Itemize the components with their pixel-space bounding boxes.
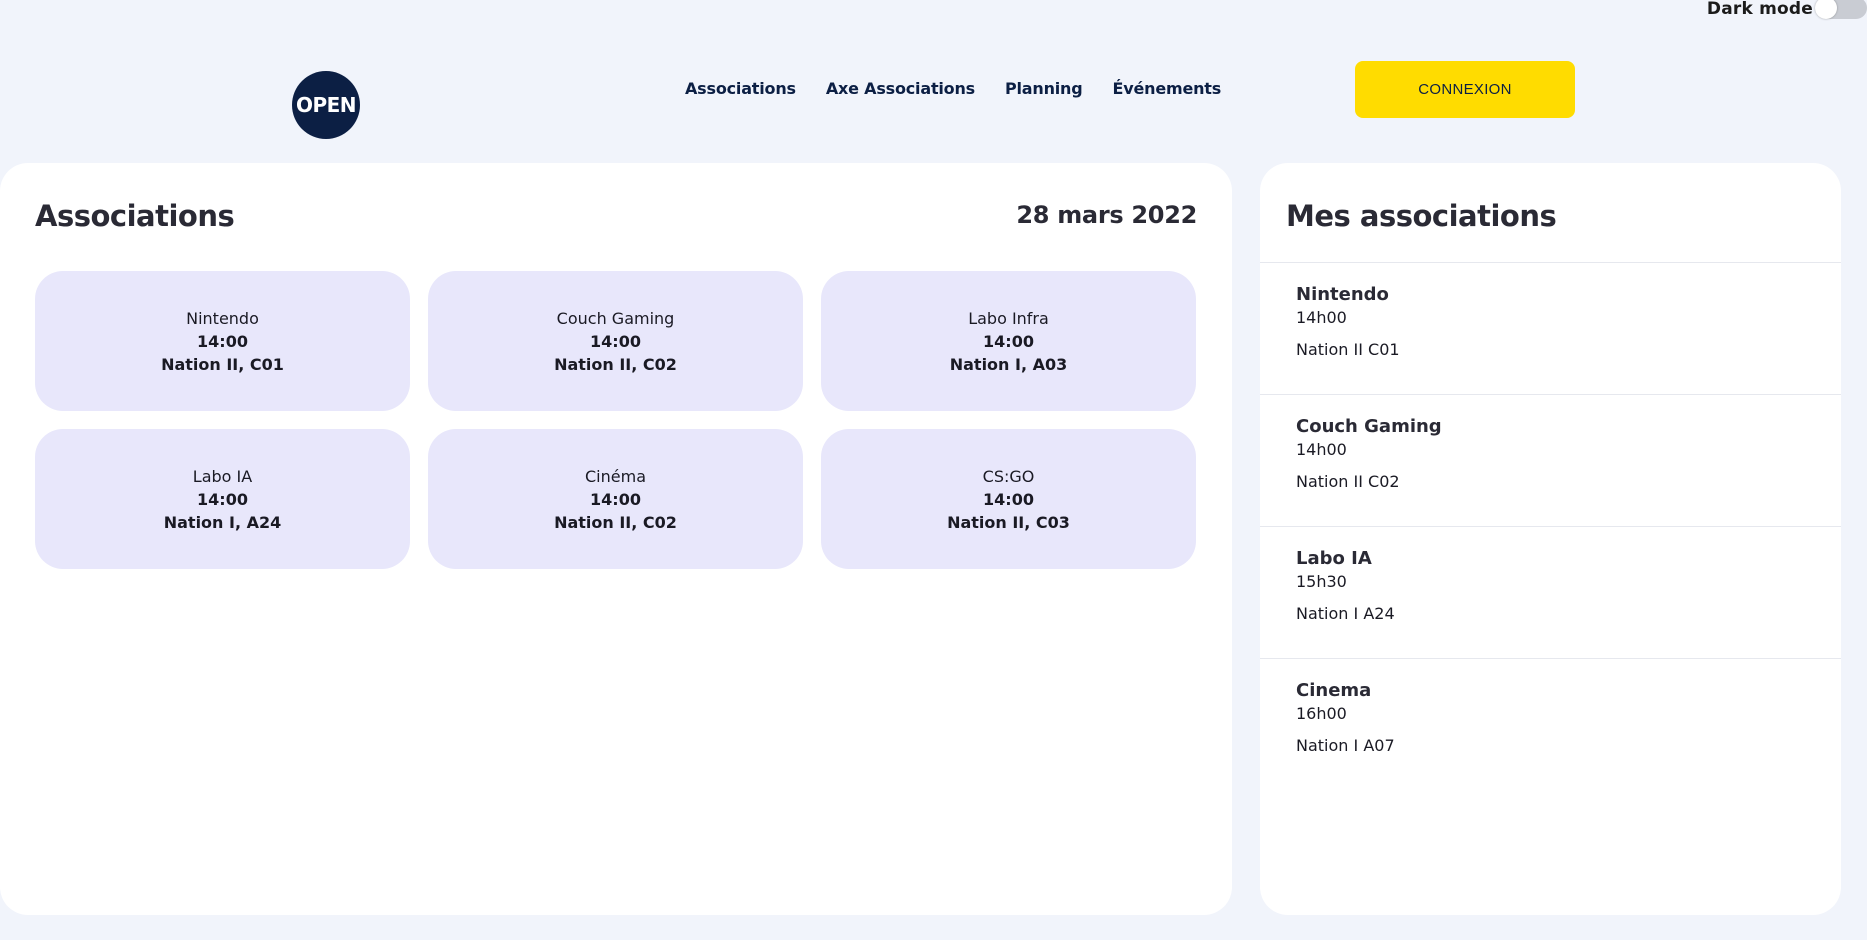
association-grid: Nintendo 14:00 Nation II, C01 Couch Gami… (35, 271, 1196, 569)
current-date: 28 mars 2022 (1016, 201, 1197, 229)
item-time: 14h00 (1296, 308, 1347, 327)
card-name: Labo IA (192, 466, 253, 486)
card-room: Nation I, A03 (949, 354, 1068, 374)
item-room: Nation II C01 (1296, 340, 1400, 359)
association-card[interactable]: Labo Infra 14:00 Nation I, A03 (821, 271, 1196, 411)
item-name: Cinema (1296, 680, 1372, 701)
main-nav: Associations Axe Associations Planning É… (685, 76, 1221, 100)
item-time: 16h00 (1296, 704, 1347, 723)
card-name: Couch Gaming (556, 308, 675, 328)
association-card[interactable]: Couch Gaming 14:00 Nation II, C02 (428, 271, 803, 411)
card-time: 14:00 (590, 489, 641, 509)
nav-associations[interactable]: Associations (685, 79, 796, 98)
dark-mode-label: Dark mode (1706, 0, 1813, 19)
card-room: Nation II, C02 (554, 512, 677, 532)
item-room: Nation I A07 (1296, 736, 1395, 755)
dark-mode-switch[interactable]: Dark mode (1706, 0, 1867, 19)
toggle-knob (1815, 0, 1837, 19)
card-time: 14:00 (983, 331, 1034, 351)
list-item[interactable]: Nintendo 14h00 Nation II C01 (1260, 262, 1841, 394)
my-associations-list: Nintendo 14h00 Nation II C01 Couch Gamin… (1260, 262, 1841, 790)
item-room: Nation II C02 (1296, 472, 1400, 491)
item-room: Nation I A24 (1296, 604, 1395, 623)
list-item[interactable]: Cinema 16h00 Nation I A07 (1260, 658, 1841, 790)
nav-axe-associations[interactable]: Axe Associations (826, 79, 975, 98)
association-card[interactable]: CS:GO 14:00 Nation II, C03 (821, 429, 1196, 569)
item-name: Nintendo (1296, 284, 1389, 305)
association-card[interactable]: Labo IA 14:00 Nation I, A24 (35, 429, 410, 569)
card-name: CS:GO (982, 466, 1035, 486)
item-name: Labo IA (1296, 548, 1372, 569)
card-time: 14:00 (197, 489, 248, 509)
card-name: Labo Infra (968, 308, 1049, 328)
side-title: Mes associations (1286, 199, 1557, 233)
list-item[interactable]: Labo IA 15h30 Nation I A24 (1260, 526, 1841, 658)
item-time: 15h30 (1296, 572, 1347, 591)
card-time: 14:00 (590, 331, 641, 351)
association-card[interactable]: Cinéma 14:00 Nation II, C02 (428, 429, 803, 569)
my-associations-panel: Mes associations Nintendo 14h00 Nation I… (1260, 163, 1841, 915)
card-room: Nation II, C03 (947, 512, 1070, 532)
card-time: 14:00 (197, 331, 248, 351)
card-name: Nintendo (186, 308, 259, 328)
associations-panel: Associations 28 mars 2022 Nintendo 14:00… (0, 163, 1232, 915)
item-name: Couch Gaming (1296, 416, 1442, 437)
nav-evenements[interactable]: Événements (1113, 79, 1222, 98)
association-card[interactable]: Nintendo 14:00 Nation II, C01 (35, 271, 410, 411)
nav-planning[interactable]: Planning (1005, 79, 1083, 98)
open-logo[interactable]: OPEN (292, 71, 360, 139)
card-room: Nation II, C02 (554, 354, 677, 374)
card-time: 14:00 (983, 489, 1034, 509)
page-title: Associations (35, 199, 235, 233)
login-button[interactable]: CONNEXION (1355, 61, 1575, 118)
dark-mode-toggle[interactable] (1815, 0, 1867, 19)
item-time: 14h00 (1296, 440, 1347, 459)
card-room: Nation I, A24 (163, 512, 282, 532)
list-item[interactable]: Couch Gaming 14h00 Nation II C02 (1260, 394, 1841, 526)
card-name: Cinéma (585, 466, 646, 486)
card-room: Nation II, C01 (161, 354, 284, 374)
